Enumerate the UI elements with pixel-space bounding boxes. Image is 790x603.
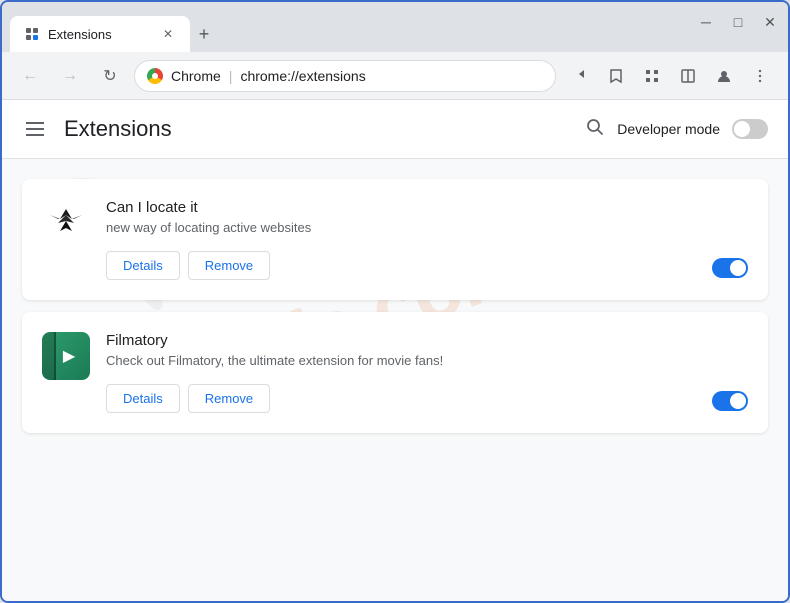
- chrome-icon: [147, 68, 163, 84]
- extension-card-inner: Can I locate it new way of locating acti…: [42, 199, 748, 280]
- extension-name: Filmatory: [106, 332, 696, 349]
- search-button[interactable]: [585, 117, 605, 142]
- extension-toggle-area: [712, 199, 748, 280]
- extension-description: Check out Filmatory, the ultimate extens…: [106, 353, 696, 368]
- tab-favicon: [24, 26, 40, 42]
- more-menu-button[interactable]: [744, 60, 776, 92]
- tab-bar: Extensions ✕ +: [10, 16, 218, 52]
- menu-icon[interactable]: [22, 118, 48, 140]
- extension-icon: [42, 199, 90, 247]
- extension-actions: Details Remove: [106, 251, 696, 280]
- tab-title: Extensions: [48, 27, 152, 42]
- extensions-list: ria.com: [2, 159, 788, 453]
- address-separator: |: [229, 68, 233, 84]
- title-bar: ─ □ ✕ Extensions ✕ +: [2, 2, 788, 52]
- details-button[interactable]: Details: [106, 384, 180, 413]
- extensions-header: Extensions Developer mode: [2, 100, 788, 159]
- maximize-button[interactable]: □: [730, 14, 746, 30]
- header-right: Developer mode: [585, 117, 768, 142]
- remove-button[interactable]: Remove: [188, 384, 270, 413]
- site-name: Chrome: [171, 68, 221, 84]
- toggle-on-knob: [730, 393, 746, 409]
- bookmark-button[interactable]: [600, 60, 632, 92]
- extension-info: Filmatory Check out Filmatory, the ultim…: [106, 332, 696, 413]
- forward-button[interactable]: →: [54, 60, 86, 92]
- extension-card-inner: Filmatory Check out Filmatory, the ultim…: [42, 332, 748, 413]
- nav-actions: [564, 60, 776, 92]
- extension-card: Filmatory Check out Filmatory, the ultim…: [22, 312, 768, 433]
- address-bar[interactable]: Chrome | chrome://extensions: [134, 60, 556, 92]
- toggle-knob: [734, 121, 750, 137]
- filmatory-icon: [42, 332, 90, 380]
- extension-enable-toggle[interactable]: [712, 391, 748, 411]
- details-button[interactable]: Details: [106, 251, 180, 280]
- extension-description: new way of locating active websites: [106, 220, 696, 235]
- profile-button[interactable]: [708, 60, 740, 92]
- remove-button[interactable]: Remove: [188, 251, 270, 280]
- share-button[interactable]: [564, 60, 596, 92]
- developer-mode-toggle[interactable]: [732, 119, 768, 139]
- split-view-button[interactable]: [672, 60, 704, 92]
- extension-toggle-area: [712, 332, 748, 413]
- browser-window: ─ □ ✕ Extensions ✕ +: [0, 0, 790, 603]
- address-url: chrome://extensions: [240, 68, 365, 84]
- main-content: Extensions Developer mode: [2, 100, 788, 601]
- new-tab-button[interactable]: +: [190, 20, 218, 48]
- extension-card: Can I locate it new way of locating acti…: [22, 179, 768, 300]
- nav-bar: ← → ↻ Chrome | chrome://extensions: [2, 52, 788, 100]
- back-button[interactable]: ←: [14, 60, 46, 92]
- toggle-on-knob: [730, 260, 746, 276]
- window-controls: ─ □ ✕: [698, 14, 778, 30]
- extensions-button[interactable]: [636, 60, 668, 92]
- extensions-tab[interactable]: Extensions ✕: [10, 16, 190, 52]
- page-title: Extensions: [64, 116, 172, 142]
- extension-enable-toggle[interactable]: [712, 258, 748, 278]
- close-button[interactable]: ✕: [762, 14, 778, 30]
- minimize-button[interactable]: ─: [698, 14, 714, 30]
- developer-mode-label: Developer mode: [617, 121, 720, 137]
- reload-button[interactable]: ↻: [94, 60, 126, 92]
- extension-actions: Details Remove: [106, 384, 696, 413]
- extension-info: Can I locate it new way of locating acti…: [106, 199, 696, 280]
- tab-close-button[interactable]: ✕: [160, 26, 176, 42]
- header-left: Extensions: [22, 116, 172, 142]
- extension-name: Can I locate it: [106, 199, 696, 216]
